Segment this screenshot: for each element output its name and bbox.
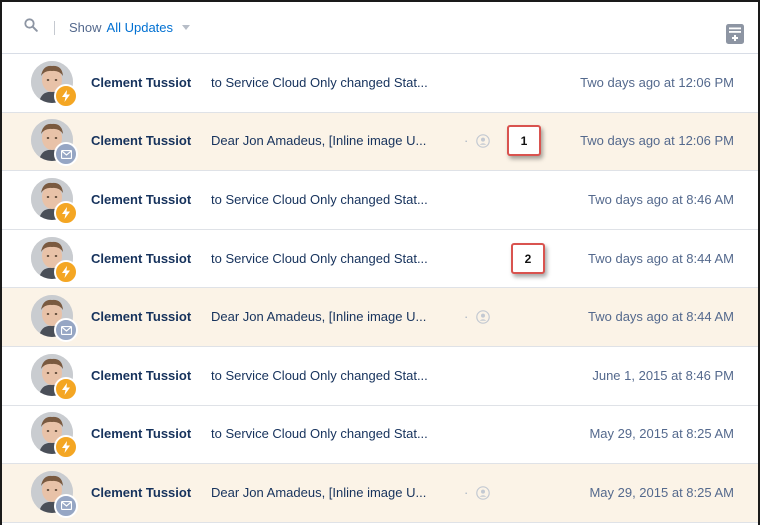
- avatar[interactable]: [31, 236, 78, 284]
- activity-icon: [54, 83, 78, 108]
- feed-item-summary[interactable]: to Service Cloud Only changed Stat...: [211, 74, 428, 92]
- author-link[interactable]: Clement Tussiot: [91, 367, 191, 385]
- feed-item-summary[interactable]: Dear Jon Amadeus, [Inline image U...: [211, 308, 426, 326]
- email-icon: [54, 493, 78, 518]
- separator-dot: ·: [464, 309, 469, 325]
- email-icon: [54, 318, 78, 343]
- avatar[interactable]: [31, 60, 78, 108]
- activity-icon: [54, 200, 78, 225]
- author-link[interactable]: Clement Tussiot: [91, 484, 191, 502]
- timestamp: Two days ago at 8:44 AM: [588, 309, 734, 325]
- separator-dot: ·: [464, 133, 469, 149]
- feed-filter-dropdown[interactable]: All Updates: [107, 20, 173, 35]
- feed-item-summary[interactable]: to Service Cloud Only changed Stat...: [211, 425, 428, 443]
- author-link[interactable]: Clement Tussiot: [91, 250, 191, 268]
- feed-item-summary[interactable]: Dear Jon Amadeus, [Inline image U...: [211, 132, 426, 150]
- feed-item[interactable]: Clement Tussiot to Service Cloud Only cha…: [2, 406, 758, 465]
- avatar[interactable]: [31, 470, 78, 518]
- feed-item[interactable]: Clement Tussiot to Service Cloud Only cha…: [2, 54, 758, 113]
- author-link[interactable]: Clement Tussiot: [91, 74, 191, 92]
- timestamp: May 29, 2015 at 8:25 AM: [589, 426, 734, 442]
- separator-dot: ·: [464, 484, 469, 500]
- feed-list: Clement Tussiot to Service Cloud Only cha…: [2, 54, 758, 523]
- timestamp: June 1, 2015 at 8:46 PM: [592, 367, 734, 383]
- feed-item-summary[interactable]: to Service Cloud Only changed Stat...: [211, 250, 428, 268]
- feed-item-summary[interactable]: Dear Jon Amadeus, [Inline image U...: [211, 484, 426, 502]
- feed-item[interactable]: Clement Tussiot Dear Jon Amadeus, [Inline…: [2, 464, 758, 523]
- show-label: Show: [69, 20, 102, 35]
- avatar[interactable]: [31, 177, 78, 225]
- feed-item[interactable]: Clement Tussiot to Service Cloud Only cha…: [2, 230, 758, 289]
- search-icon[interactable]: [24, 17, 38, 32]
- author-link[interactable]: Clement Tussiot: [91, 425, 191, 443]
- toolbar-separator: [54, 20, 55, 35]
- feed-actions-icon[interactable]: [726, 24, 744, 44]
- avatar[interactable]: [31, 119, 78, 167]
- recipient-icon[interactable]: [476, 310, 490, 324]
- feed-item[interactable]: Clement Tussiot Dear Jon Amadeus, [Inline…: [2, 112, 758, 172]
- author-link[interactable]: Clement Tussiot: [91, 308, 191, 326]
- recipient-icon[interactable]: [476, 486, 490, 500]
- activity-feed-panel: Show All Updates Clement Tussiot to Servi…: [0, 0, 760, 525]
- feed-item-summary[interactable]: to Service Cloud Only changed Stat...: [211, 191, 428, 209]
- timestamp: Two days ago at 8:44 AM: [588, 250, 734, 266]
- author-link[interactable]: Clement Tussiot: [91, 132, 191, 150]
- chevron-down-icon[interactable]: [182, 25, 191, 30]
- feed-item[interactable]: Clement Tussiot to Service Cloud Only cha…: [2, 347, 758, 406]
- activity-icon: [54, 259, 78, 284]
- feed-item[interactable]: Clement Tussiot Dear Jon Amadeus, [Inline…: [2, 288, 758, 347]
- avatar[interactable]: [31, 412, 78, 460]
- recipient-icon[interactable]: [476, 134, 490, 149]
- timestamp: Two days ago at 12:06 PM: [580, 133, 734, 149]
- email-icon: [54, 142, 78, 167]
- activity-icon: [54, 376, 78, 401]
- activity-icon: [54, 435, 78, 460]
- avatar[interactable]: [31, 353, 78, 401]
- timestamp: Two days ago at 8:46 AM: [588, 191, 734, 207]
- timestamp: May 29, 2015 at 8:25 AM: [589, 484, 734, 500]
- avatar[interactable]: [31, 295, 78, 343]
- feed-item-summary[interactable]: to Service Cloud Only changed Stat...: [211, 367, 428, 385]
- annotation-callout-1: 1: [507, 125, 541, 156]
- timestamp: Two days ago at 12:06 PM: [580, 74, 734, 90]
- annotation-callout-2: 2: [511, 243, 545, 274]
- feed-item[interactable]: Clement Tussiot to Service Cloud Only cha…: [2, 171, 758, 230]
- feed-toolbar: Show All Updates: [2, 2, 758, 54]
- author-link[interactable]: Clement Tussiot: [91, 191, 191, 209]
